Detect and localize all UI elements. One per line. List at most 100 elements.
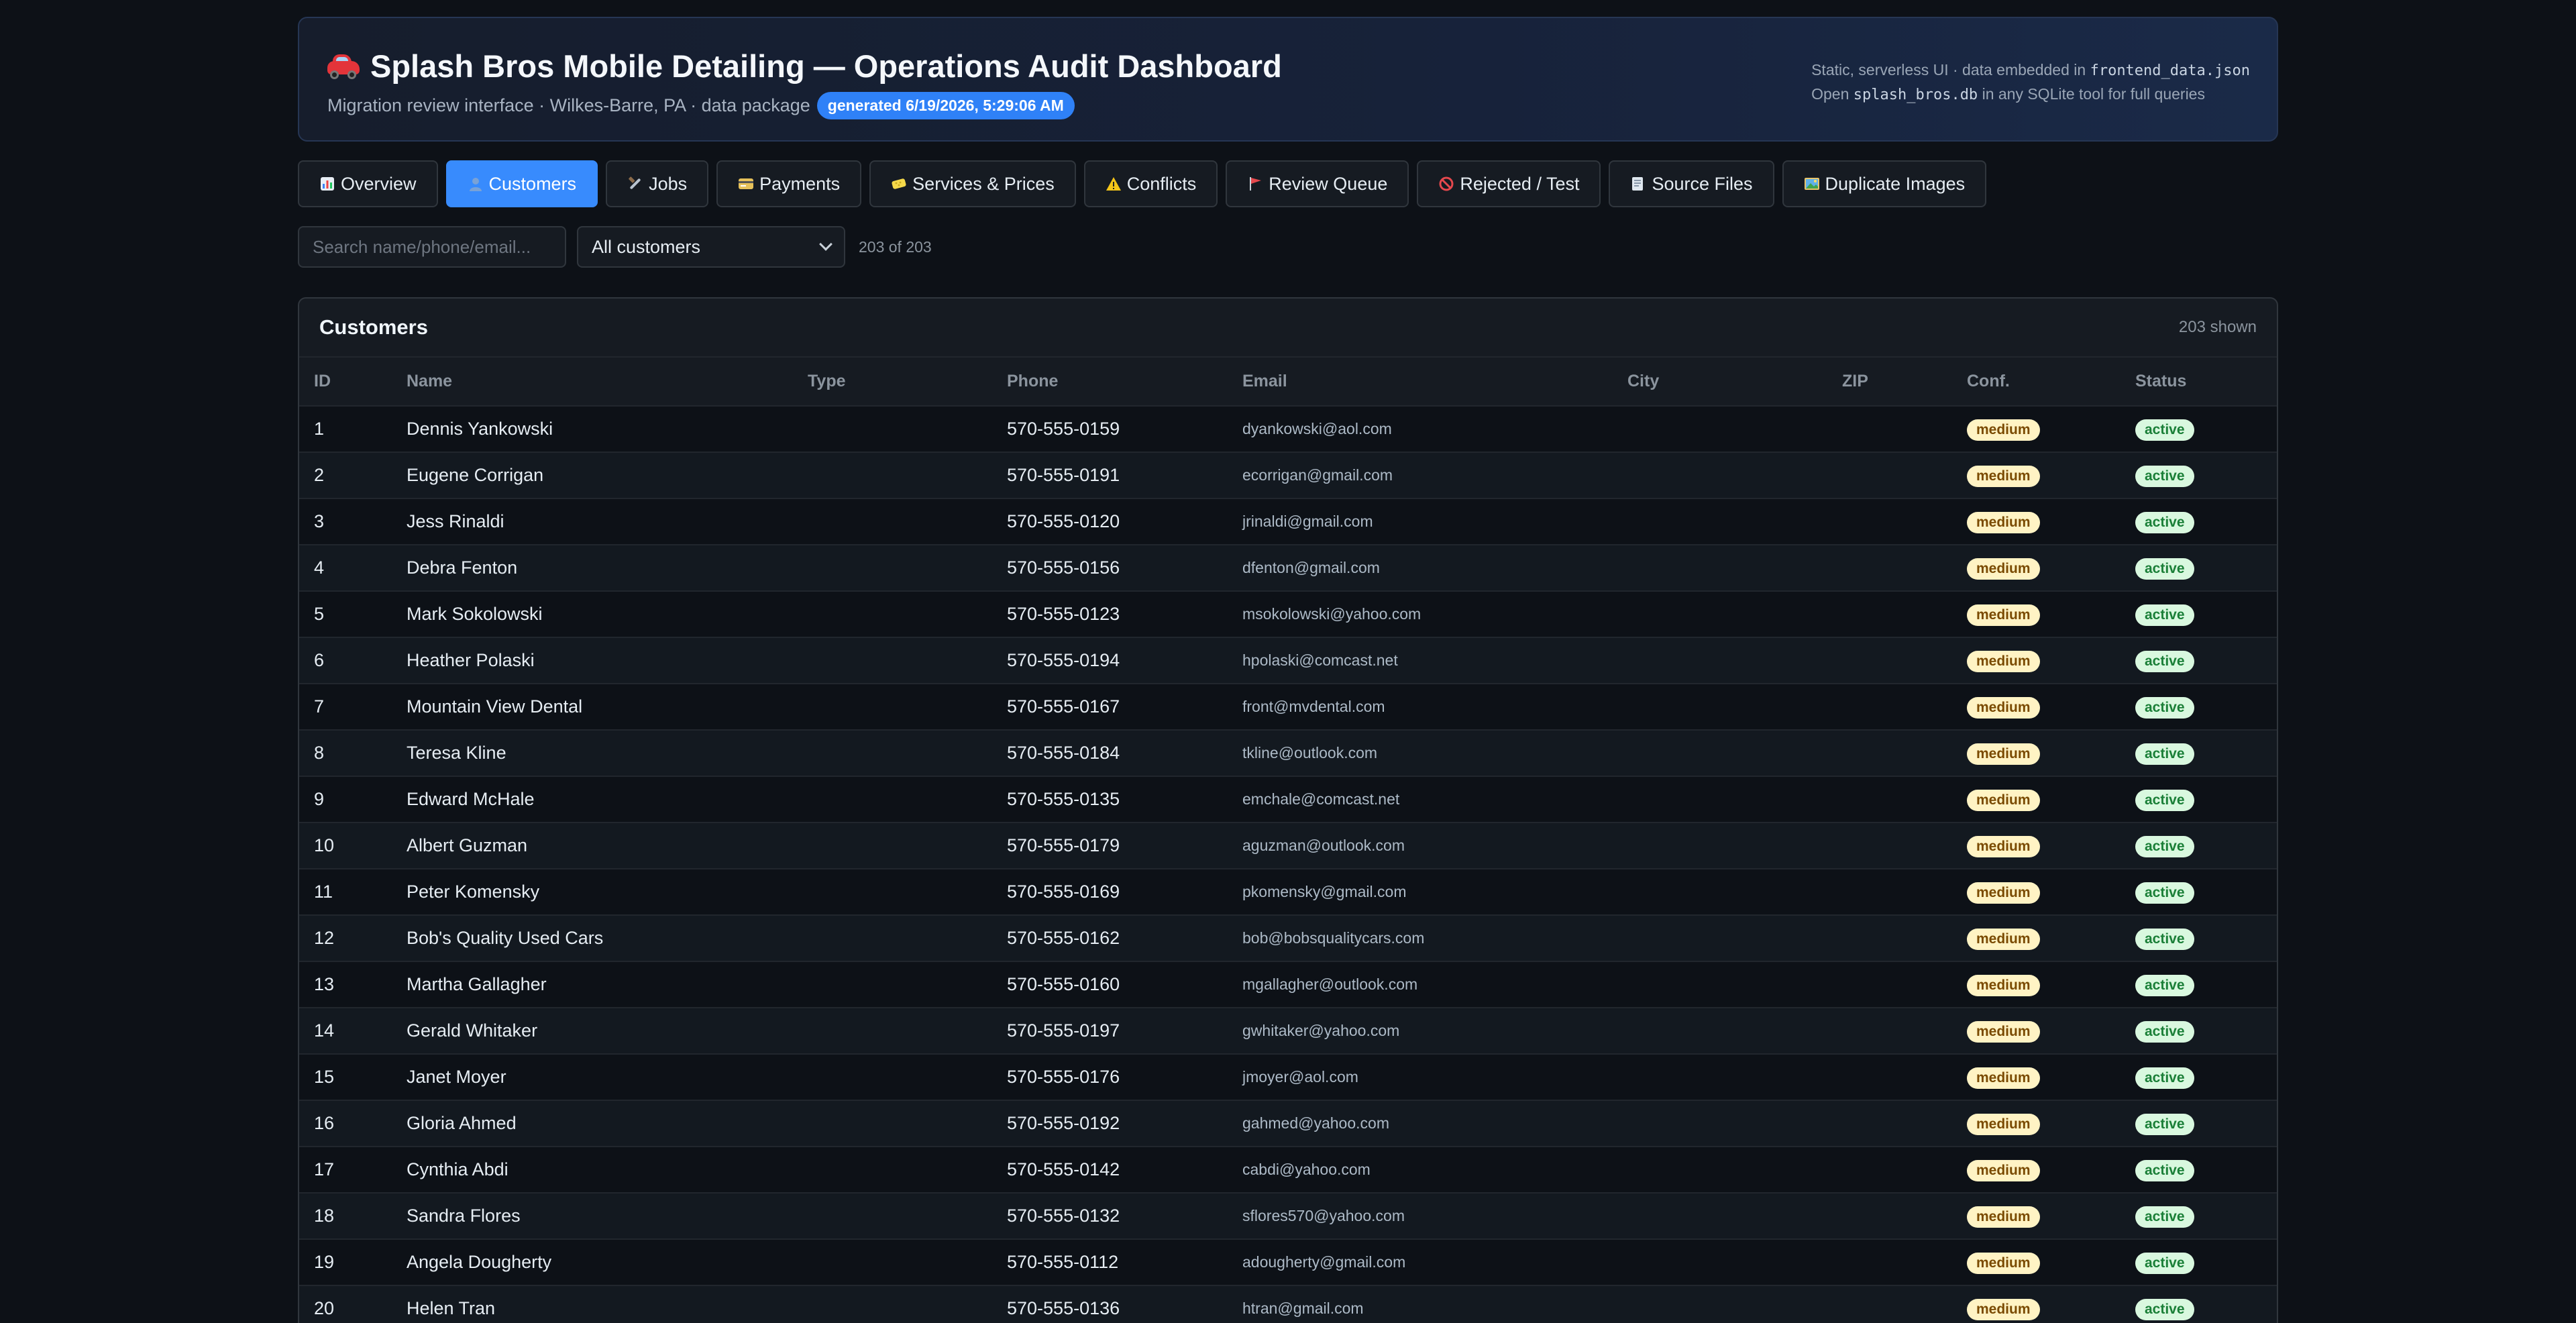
cell-email: hpolaski@comcast.net [1228,637,1613,684]
cell-conf: medium [1952,498,2121,545]
tab-conflicts[interactable]: Conflicts [1083,160,1218,207]
cell-type [793,823,992,869]
cell-phone: 570-555-0191 [992,452,1228,499]
cell-type [793,1147,992,1194]
cell-id: 4 [299,545,392,592]
table-row[interactable]: 8 Teresa Kline 570-555-0184 tkline@outlook.… [299,730,2277,777]
cell-zip [1827,776,1952,823]
tab-review[interactable]: Review Queue [1226,160,1409,207]
table-row[interactable]: 14 Gerald Whitaker 570-555-0197 gwhitaker@y… [299,1008,2277,1055]
cell-type [793,545,992,592]
cell-id: 13 [299,961,392,1008]
status-badge: active [2135,1206,2194,1228]
cell-status: active [2121,452,2277,499]
cell-zip [1827,545,1952,592]
customer-filter-value: All customers [592,236,701,257]
column-header-phone[interactable]: Phone [992,358,1228,407]
tab-payments[interactable]: Payments [716,160,862,207]
table-row[interactable]: 12 Bob's Quality Used Cars 570-555-0162 bob… [299,915,2277,962]
table-row[interactable]: 5 Mark Sokolowski 570-555-0123 msokolowski@… [299,591,2277,638]
cell-type [793,1054,992,1101]
tab-customers[interactable]: Customers [445,160,598,207]
cell-zip [1827,1008,1952,1055]
table-row[interactable]: 15 Janet Moyer 570-555-0176 jmoyer@aol.com m… [299,1054,2277,1101]
search-input[interactable] [298,226,566,268]
table-row[interactable]: 3 Jess Rinaldi 570-555-0120 jrinaldi@gmail.… [299,498,2277,545]
tab-overview[interactable]: Overview [298,160,438,207]
cell-status: active [2121,406,2277,453]
person-icon [468,176,484,192]
cell-status: active [2121,1008,2277,1055]
customer-filter-select[interactable]: All customers [577,226,845,268]
cell-id: 9 [299,776,392,823]
column-header-email[interactable]: Email [1228,358,1613,407]
cell-city [1613,591,1827,638]
table-row[interactable]: 17 Cynthia Abdi 570-555-0142 cabdi@yahoo.co… [299,1147,2277,1194]
cell-name: Peter Komensky [392,869,793,916]
cell-city [1613,961,1827,1008]
status-badge: active [2135,511,2194,533]
status-badge: active [2135,650,2194,672]
cell-conf: medium [1952,637,2121,684]
cell-type [793,1100,992,1147]
tab-duplicates[interactable]: Duplicate Images [1782,160,1987,207]
table-row[interactable]: 2 Eugene Corrigan 570-555-0191 ecorrigan@gm… [299,452,2277,499]
table-row[interactable]: 16 Gloria Ahmed 570-555-0192 gahmed@yahoo.c… [299,1100,2277,1147]
status-badge: active [2135,465,2194,487]
column-header-type[interactable]: Type [793,358,992,407]
table-row[interactable]: 1 Dennis Yankowski 570-555-0159 dyankowski@… [299,406,2277,453]
generated-badge: generated 6/19/2026, 5:29:06 AM [816,92,1075,119]
cell-phone: 570-555-0159 [992,406,1228,453]
cell-zip [1827,1285,1952,1323]
status-badge: active [2135,419,2194,441]
cell-email: dyankowski@aol.com [1228,406,1613,453]
table-row[interactable]: 13 Martha Gallagher 570-555-0160 mgallagher… [299,961,2277,1008]
table-row[interactable]: 18 Sandra Flores 570-555-0132 sflores570@ya… [299,1193,2277,1240]
cell-city [1613,545,1827,592]
table-row[interactable]: 19 Angela Dougherty 570-555-0112 adougherty… [299,1239,2277,1286]
cell-zip [1827,498,1952,545]
cell-zip [1827,591,1952,638]
cell-status: active [2121,961,2277,1008]
cell-conf: medium [1952,776,2121,823]
cell-id: 10 [299,823,392,869]
table-header-row: ID Name Type Phone Email City ZIP Conf. Status [299,358,2277,407]
cell-phone: 570-555-0169 [992,869,1228,916]
cell-city [1613,1054,1827,1101]
cell-email: cabdi@yahoo.com [1228,1147,1613,1194]
column-header-zip[interactable]: ZIP [1827,358,1952,407]
table-row[interactable]: 9 Edward McHale 570-555-0135 emchale@comcas… [299,776,2277,823]
table-row[interactable]: 10 Albert Guzman 570-555-0179 aguzman@outlo… [299,823,2277,869]
column-header-status[interactable]: Status [2121,358,2277,407]
tab-source[interactable]: Source Files [1609,160,1774,207]
cell-email: jmoyer@aol.com [1228,1054,1613,1101]
cell-status: active [2121,1239,2277,1286]
cell-zip [1827,1054,1952,1101]
tab-jobs[interactable]: Jobs [606,160,709,207]
column-header-city[interactable]: City [1613,358,1827,407]
table-row[interactable]: 4 Debra Fenton 570-555-0156 dfenton@gmail.c… [299,545,2277,592]
tab-rejected[interactable]: Rejected / Test [1417,160,1601,207]
cell-status: active [2121,591,2277,638]
cell-name: Sandra Flores [392,1193,793,1240]
tab-services[interactable]: Services & Prices [869,160,1076,207]
table-row[interactable]: 11 Peter Komensky 570-555-0169 pkomensky@gm… [299,869,2277,916]
panel-count: 203 shown [2178,318,2257,336]
cell-name: Dennis Yankowski [392,406,793,453]
cell-email: sflores570@yahoo.com [1228,1193,1613,1240]
column-header-name[interactable]: Name [392,358,793,407]
confidence-badge: medium [1967,743,2040,765]
column-header-id[interactable]: ID [299,358,392,407]
cell-status: active [2121,915,2277,962]
confidence-badge: medium [1967,419,2040,441]
column-header-conf[interactable]: Conf. [1952,358,2121,407]
table-row[interactable]: 7 Mountain View Dental 570-555-0167 front@m… [299,684,2277,731]
cell-email: gahmed@yahoo.com [1228,1100,1613,1147]
cell-phone: 570-555-0132 [992,1193,1228,1240]
cell-name: Mark Sokolowski [392,591,793,638]
cell-id: 2 [299,452,392,499]
table-row[interactable]: 6 Heather Polaski 570-555-0194 hpolaski@com… [299,637,2277,684]
table-row[interactable]: 20 Helen Tran 570-555-0136 htran@gmail.com m… [299,1285,2277,1323]
cell-name: Bob's Quality Used Cars [392,915,793,962]
cell-city [1613,498,1827,545]
